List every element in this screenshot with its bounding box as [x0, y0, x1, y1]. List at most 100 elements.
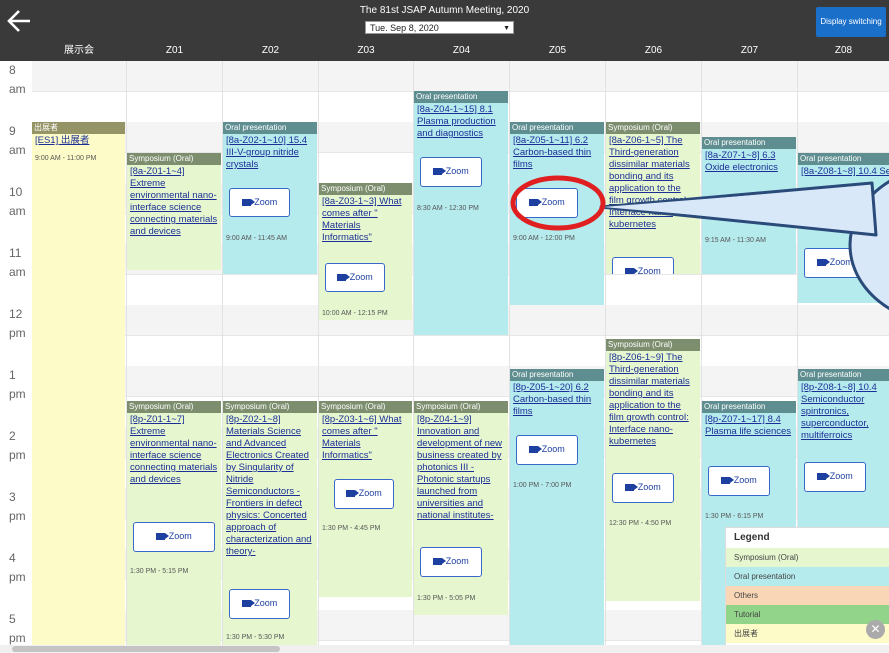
grid-line — [32, 335, 889, 336]
legend-title: Legend — [734, 532, 770, 543]
top-bar: The 81st JSAP Autumn Meeting, 2020 Tue. … — [0, 0, 889, 41]
event-type-label: 出展者 — [32, 122, 125, 134]
zoom-button[interactable]: Zoom — [516, 188, 578, 218]
event-title-link[interactable]: [8a-Z07-1~8] 6.3 Oxide electronics — [702, 149, 796, 174]
video-camera-icon — [721, 477, 735, 485]
legend-panel: Legend Symposium (Oral) Oral presentatio… — [725, 527, 889, 647]
video-camera-icon — [529, 199, 543, 207]
display-switching-button[interactable]: Display switching — [816, 7, 886, 37]
zoom-button[interactable]: Zoom — [804, 462, 866, 492]
event-card-8p-z02[interactable]: Symposium (Oral) [8p-Z02-1~8] Materials … — [223, 401, 317, 645]
event-card-8p-z06[interactable]: Symposium (Oral) [8p-Z06-1~9] The Third-… — [606, 339, 700, 601]
video-camera-icon — [625, 484, 639, 492]
horizontal-scrollbar[interactable] — [0, 645, 889, 653]
event-title-link[interactable]: [8p-Z07-1~17] 8.4 Plasma life sciences — [702, 413, 796, 438]
event-card-8a-z04[interactable]: Oral presentation [8a-Z04-1~15] 8.1 Plas… — [414, 91, 508, 335]
event-time: 1:30 PM - 5:05 PM — [417, 595, 476, 602]
event-type-label: Oral presentation — [414, 91, 508, 103]
time-label: 3 pm — [9, 490, 26, 523]
event-time: 10:00 AM - 12:15 PM — [322, 310, 388, 317]
zoom-button[interactable]: Zoom — [420, 157, 482, 187]
event-title-link[interactable]: [8a-Z03-1~3] What comes after " Material… — [319, 195, 412, 244]
time-label: 1 pm — [9, 368, 26, 401]
event-title-link[interactable]: [8a-Z01-1~4] Extreme environmental nano-… — [127, 165, 221, 238]
event-type-label: Symposium (Oral) — [606, 122, 700, 134]
event-time: 9:15 AM - 11:30 AM — [705, 237, 766, 244]
grid-line — [32, 396, 889, 397]
legend-item: 出展者 — [726, 624, 889, 643]
close-icon[interactable]: ✕ — [866, 620, 885, 639]
zoom-button[interactable]: Zoom — [804, 248, 866, 278]
event-title-link[interactable]: [8p-Z06-1~9] The Third-generation dissim… — [606, 351, 700, 448]
event-type-label: Symposium (Oral) — [127, 401, 221, 413]
zoom-button[interactable]: Zoom — [708, 466, 770, 496]
event-title-link[interactable]: [8p-Z04-1~9] Innovation and development … — [414, 413, 508, 522]
zoom-button[interactable]: Zoom — [229, 188, 290, 217]
column-header-z01: Z01 — [165, 45, 184, 56]
event-card-8a-z01[interactable]: Symposium (Oral) [8a-Z01-1~4] Extreme en… — [127, 153, 221, 270]
event-title-link[interactable]: [8a-Z06-1~5] The Third-generation dissim… — [606, 134, 700, 231]
event-card-8p-z01[interactable]: Symposium (Oral) [8p-Z01-1~7] Extreme en… — [127, 401, 221, 645]
event-time: 12:30 PM - 4:50 PM — [609, 520, 672, 527]
event-type-label: Symposium (Oral) — [414, 401, 508, 413]
event-title-link[interactable]: [8p-Z02-1~8] Materials Science and Advan… — [223, 413, 317, 558]
event-title-link[interactable]: [8p-Z03-1~6] What comes after " Material… — [319, 413, 412, 462]
event-card-8a-z05[interactable]: Oral presentation [8a-Z05-1~11] 6.2 Carb… — [510, 122, 604, 305]
event-card-8a-z07[interactable]: Oral presentation [8a-Z07-1~8] 6.3 Oxide… — [702, 137, 796, 274]
event-type-label: Symposium (Oral) — [606, 339, 700, 351]
event-title-link[interactable]: [8a-Z05-1~11] 6.2 Carbon-based thin film… — [510, 134, 604, 171]
event-time: 1:30 PM - 5:15 PM — [130, 568, 189, 575]
event-card-8p-z04[interactable]: Symposium (Oral) [8p-Z04-1~9] Innovation… — [414, 401, 508, 615]
event-card-8a-z08[interactable]: Oral presentation [8a-Z08-1~8] 10.4 Semi… — [798, 153, 889, 303]
event-title-link[interactable]: [ES1] 出展者 — [32, 134, 125, 147]
event-time: 1:30 PM - 4:45 PM — [322, 525, 381, 532]
zoom-button[interactable]: Zoom — [229, 589, 290, 619]
zoom-button[interactable]: Zoom — [133, 522, 215, 552]
event-title-link[interactable]: [8p-Z08-1~8] 10.4 Semiconductor spintron… — [798, 381, 889, 442]
video-camera-icon — [241, 199, 255, 207]
scrollbar-thumb[interactable] — [12, 646, 280, 652]
page-title: The 81st JSAP Autumn Meeting, 2020 — [359, 5, 530, 16]
event-time: 8:30 AM - 12:30 PM — [417, 205, 479, 212]
column-header-row: 展示会 Z01 Z02 Z03 Z04 Z05 Z06 Z07 Z08 — [0, 41, 889, 61]
video-camera-icon — [241, 600, 255, 608]
event-type-label: Oral presentation — [798, 153, 889, 165]
event-card-8p-z05[interactable]: Oral presentation [8p-Z05-1~20] 6.2 Carb… — [510, 369, 604, 645]
event-type-label: Oral presentation — [702, 137, 796, 149]
video-camera-icon — [625, 268, 639, 274]
video-camera-icon — [337, 274, 351, 282]
event-title-link[interactable]: [8a-Z04-1~15] 8.1 Plasma production and … — [414, 103, 508, 140]
event-title-link[interactable]: [8p-Z01-1~7] Extreme environmental nano-… — [127, 413, 221, 486]
column-header-z04: Z04 — [452, 45, 471, 56]
date-select[interactable]: Tue. Sep 8, 2020 ▼ — [365, 21, 514, 34]
event-card-es1[interactable]: 出展者 [ES1] 出展者 9:00 AM - 11:00 PM — [32, 122, 125, 645]
time-label: 10 am — [9, 185, 26, 218]
event-card-8a-z06[interactable]: Symposium (Oral) [8a-Z06-1~5] The Third-… — [606, 122, 700, 274]
event-time: 9:00 AM - 12:00 PM — [513, 235, 575, 242]
video-camera-icon — [433, 558, 447, 566]
event-card-8p-z03[interactable]: Symposium (Oral) [8p-Z03-1~6] What comes… — [319, 401, 412, 597]
event-type-label: Oral presentation — [798, 369, 889, 381]
event-title-link[interactable]: [8a-Z08-1~8] 10.4 Semiconductor — [798, 165, 889, 190]
event-card-8a-z03[interactable]: Symposium (Oral) [8a-Z03-1~3] What comes… — [319, 183, 412, 320]
time-label: 12 pm — [9, 307, 26, 340]
zoom-button[interactable]: Zoom — [612, 257, 674, 274]
event-card-8a-z02[interactable]: Oral presentation [8a-Z02-1~10] 15.4 III… — [223, 122, 317, 274]
event-type-label: Oral presentation — [223, 122, 317, 134]
zoom-button[interactable]: Zoom — [516, 435, 578, 465]
event-time: 1:30 PM - 5:30 PM — [226, 634, 285, 641]
event-title-link[interactable]: [8p-Z05-1~20] 6.2 Carbon-based thin film… — [510, 381, 604, 418]
zoom-button[interactable]: Zoom — [334, 479, 394, 509]
column-header-z06: Z06 — [644, 45, 663, 56]
event-type-label: Symposium (Oral) — [127, 153, 221, 165]
legend-item: Others — [726, 586, 889, 605]
event-type-label: Symposium (Oral) — [223, 401, 317, 413]
column-header-exhibition: 展示会 — [64, 45, 94, 56]
zoom-button[interactable]: Zoom — [612, 473, 674, 503]
column-header-z08: Z08 — [834, 45, 853, 56]
event-title-link[interactable]: [8a-Z02-1~10] 15.4 III-V-group nitride c… — [223, 134, 317, 171]
zoom-button[interactable]: Zoom — [325, 263, 385, 292]
zoom-button[interactable]: Zoom — [420, 547, 482, 577]
time-label: 11 am — [9, 246, 26, 279]
time-band — [32, 61, 889, 91]
